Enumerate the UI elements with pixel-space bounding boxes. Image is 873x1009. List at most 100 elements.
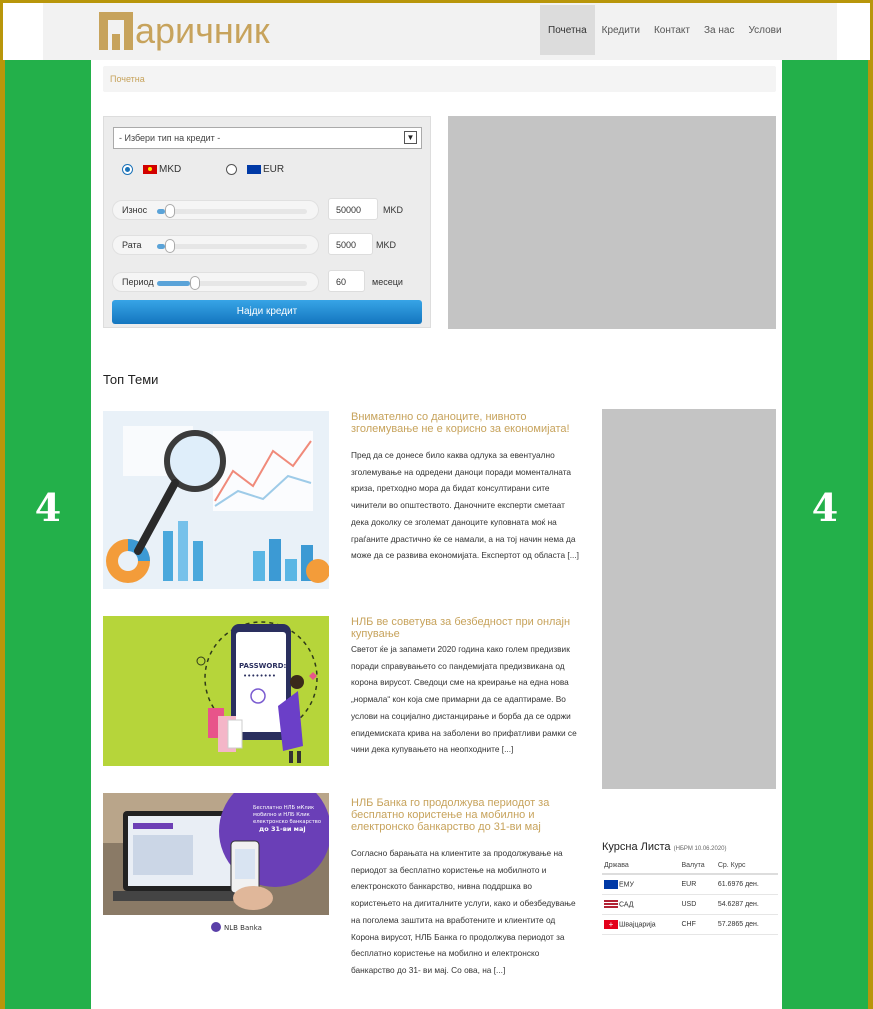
country-name: САД [619, 901, 634, 909]
article-card: Бесплатно НЛБ мКлик мобилно и НЛБ Клик е… [103, 793, 593, 993]
article-excerpt-line: Согласно барањата на клиентите за продол… [351, 848, 563, 858]
password-image-text: PASSWORD: [239, 662, 287, 670]
period-label: Период [122, 277, 154, 287]
period-slider-track[interactable] [157, 276, 307, 290]
switzerland-flag-icon: + [604, 920, 618, 929]
nav-item-home[interactable]: Почетна [540, 5, 595, 55]
article-excerpt-line: користењето на дигиталните услуги, како … [351, 898, 576, 909]
article-excerpt-line: епидемиската крива на заболени во прифат… [351, 727, 577, 738]
installment-unit: MKD [376, 240, 396, 250]
breadcrumb-home-link[interactable]: Почетна [110, 74, 145, 84]
country-cell: САД [602, 894, 680, 915]
table-row: + Швајцарија CHF 57.2865 ден. [602, 914, 778, 935]
exchange-rates-title: Курсна Листа (НБРМ 10.06.2020) [602, 841, 778, 853]
nav-item-about[interactable]: За нас [697, 5, 741, 55]
article-excerpt-line: Пред да се донесе било каква одлука за е… [351, 450, 555, 460]
nav-item-terms[interactable]: Услови [741, 5, 788, 55]
column-header-rate: Ср. Курс [715, 859, 778, 875]
article-excerpt-line: поради справувањето со пандемијата преди… [351, 660, 565, 671]
credit-type-select-value: - Избери тип на кредит - [119, 133, 221, 143]
table-row: ЕМУ EUR 61.6976 ден. [602, 874, 778, 895]
amount-slider-track[interactable] [157, 204, 307, 218]
currency-option-eur[interactable]: EUR [226, 164, 284, 175]
currency-option-mkd[interactable]: MKD [122, 164, 181, 175]
article-title-link[interactable]: Внимателно со даноците, нивното зголемув… [351, 411, 581, 435]
nav-item-contact[interactable]: Контакт [647, 5, 697, 55]
left-side-bar: 4 [3, 60, 91, 1009]
logo-mark-icon [99, 12, 133, 50]
chevron-down-icon[interactable]: ▼ [404, 131, 417, 144]
currency-cell: CHF [679, 914, 716, 935]
period-input[interactable]: 60 [328, 270, 365, 292]
article-image-mobile-banking[interactable]: Бесплатно НЛБ мКлик мобилно и НЛБ Клик е… [103, 793, 329, 939]
mkd-radio[interactable] [122, 164, 133, 175]
rate-cell: 54.6287 ден. [715, 894, 778, 915]
nav-item-credits[interactable]: Кредити [595, 5, 647, 55]
eu-flag-icon [604, 880, 618, 889]
article-excerpt-line: може да се развива економијата. Експерто… [351, 550, 579, 561]
amount-slider-fill [157, 209, 165, 214]
credit-type-select[interactable]: - Избери тип на кредит - ▼ [113, 127, 422, 149]
rate-cell: 61.6976 ден. [715, 874, 778, 895]
article-excerpt-line: услови на социјално дистанцирање и борба… [351, 710, 571, 721]
article-excerpt-line: дека доколку се зголемат даноците куповн… [351, 516, 557, 527]
article-excerpt-line: корона вирусот. Сведоци сме на креирање … [351, 677, 569, 688]
article-excerpt: Согласно барањата на клиентите за продол… [351, 845, 583, 979]
currency-cell: USD [679, 894, 716, 915]
macedonia-flag-icon [143, 165, 157, 174]
rate-cell: 57.2865 ден. [715, 914, 778, 935]
eur-radio[interactable] [226, 164, 237, 175]
article-excerpt-line: чинители во општеството. Даночните експе… [351, 500, 565, 511]
currency-mkd-label: MKD [159, 164, 182, 175]
installment-slider-track[interactable] [157, 239, 307, 253]
ad-placeholder-side[interactable] [602, 409, 776, 789]
article-excerpt: Пред да се донесе било каква одлука за е… [351, 447, 583, 564]
amount-unit: MKD [383, 205, 403, 215]
article-excerpt-line: криза, претходно мора да бидат консултир… [351, 483, 550, 494]
article-image-taxes[interactable] [103, 411, 329, 589]
currency-eur-label: EUR [263, 164, 285, 175]
period-unit: месеци [372, 277, 403, 287]
article-image-password[interactable]: PASSWORD: •••••••• [103, 616, 329, 766]
us-flag-icon [604, 900, 618, 909]
article-card: Внимателно со даноците, нивното зголемув… [103, 411, 593, 596]
eu-flag-icon [247, 165, 261, 174]
logo-text-suffix: к [253, 10, 270, 51]
right-side-bar: 4 [782, 60, 870, 1009]
amount-slider-field: Износ [112, 200, 319, 220]
loan-calculator: - Избери тип на кредит - ▼ MKD EUR Износ… [103, 116, 431, 328]
find-credit-button[interactable]: Најди кредит [112, 300, 422, 324]
article-excerpt-line: електронското банкарство, нивна поддршка… [351, 881, 533, 892]
table-row: САД USD 54.6287 ден. [602, 894, 778, 915]
country-cell: + Швајцарија [602, 914, 680, 935]
article-title-link[interactable]: НЛБ ве советува за безбедност при онлајн… [351, 616, 581, 640]
nlb-banka-caption: NLB Banka [224, 924, 262, 932]
article-title-link[interactable]: НЛБ Банка го продолжува периодот за бесп… [351, 797, 581, 833]
article-excerpt-line: на поголема заштита на вработените и кли… [351, 914, 556, 925]
main-nav: Почетна Кредити Контакт За нас Услови [540, 5, 789, 55]
site-logo[interactable]: арични к [99, 9, 270, 53]
installment-input[interactable]: 5000 [328, 233, 373, 255]
period-slider-handle[interactable] [190, 276, 200, 290]
article-excerpt-line: „нормала“ кон која сме примарни да се ад… [351, 694, 566, 705]
installment-slider-handle[interactable] [164, 239, 175, 253]
column-header-currency: Валута [679, 859, 716, 875]
article-excerpt: Светот ќе ја запамети 2020 година како г… [351, 641, 583, 758]
amount-input[interactable]: 50000 [328, 198, 378, 220]
exchange-rates-table: Држава Валута Ср. Курс ЕМУ EUR 61.6976 д… [602, 859, 778, 935]
article-excerpt-line: банкарство до 31- ви мај. Со ова, на [..… [351, 964, 506, 975]
column-header-country: Држава [602, 859, 680, 875]
ad-placeholder-top[interactable] [448, 116, 776, 329]
country-name: ЕМУ [619, 881, 634, 889]
article-card: PASSWORD: •••••••• НЛБ ве советува за бе… [103, 616, 593, 776]
article-excerpt-line: чини дека купувањето на неопходните [...… [351, 744, 514, 755]
amount-slider-handle[interactable] [164, 204, 175, 218]
article-excerpt-line: Корона вирусот, НЛБ Банка го продолжува … [351, 931, 565, 942]
article-excerpt-line: периодот за бесплатно користење на мобил… [351, 864, 547, 875]
right-side-number: 4 [811, 485, 839, 530]
article-excerpt-line: граѓаните драстично ќе се намали, а на т… [351, 533, 576, 544]
table-header-row: Држава Валута Ср. Курс [602, 859, 778, 875]
exchange-rates-widget: Курсна Листа (НБРМ 10.06.2020) Држава Ва… [602, 841, 778, 935]
article-excerpt-line: бесплатно користење на мобилно и електро… [351, 948, 540, 959]
exchange-rates-heading: Курсна Листа [602, 841, 671, 853]
